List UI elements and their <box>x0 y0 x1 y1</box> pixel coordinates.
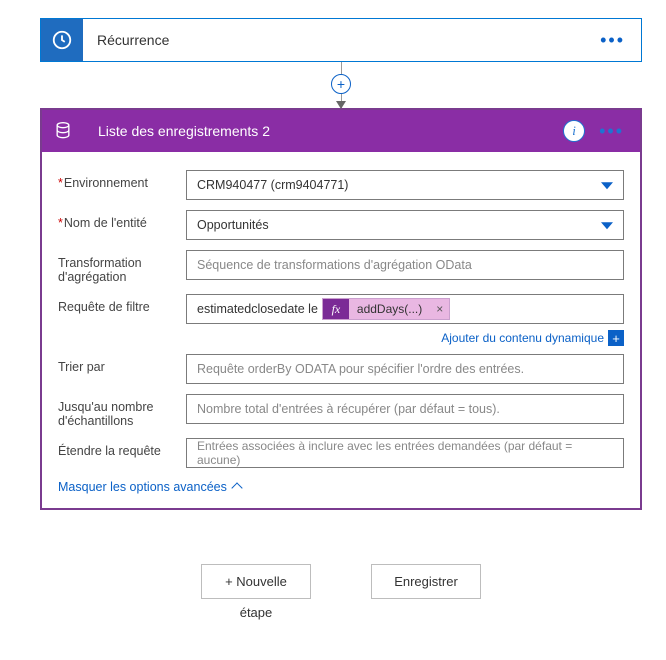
recurrence-icon <box>41 19 83 61</box>
new-step-sublabel: étape <box>240 605 273 620</box>
field-row-orderby: Trier par Requête orderBy ODATA pour spé… <box>58 354 624 384</box>
filter-label: Requête de filtre <box>58 294 186 314</box>
list-records-menu-button[interactable]: ••• <box>595 120 628 142</box>
top-label: Jusqu'au nombre d'échantillons <box>58 394 186 428</box>
save-button[interactable]: Enregistrer <box>371 564 481 599</box>
top-input[interactable]: Nombre total d'entrées à récupérer (par … <box>186 394 624 424</box>
footer-actions: + Nouvelle étape Enregistrer <box>40 564 642 620</box>
field-row-expand: Étendre la requête Entrées associées à i… <box>58 438 624 468</box>
list-records-step: Liste des enregistrements 2 i ••• *Envir… <box>40 108 642 510</box>
hide-advanced-toggle[interactable]: Masquer les options avancées <box>58 480 241 494</box>
expression-pill-remove[interactable]: × <box>430 299 449 319</box>
expression-pill-label: addDays(...) <box>349 299 430 319</box>
aggregation-label: Transformation d'agrégation <box>58 250 186 284</box>
environment-label: *Environnement <box>58 170 186 190</box>
orderby-input[interactable]: Requête orderBy ODATA pour spécifier l'o… <box>186 354 624 384</box>
list-records-body: *Environnement CRM940477 (crm9404771) *N… <box>42 152 640 508</box>
info-icon[interactable]: i <box>563 120 585 142</box>
recurrence-menu-button[interactable]: ••• <box>596 30 629 51</box>
list-records-title: Liste des enregistrements 2 <box>98 123 563 139</box>
orderby-label: Trier par <box>58 354 186 374</box>
field-row-environment: *Environnement CRM940477 (crm9404771) <box>58 170 624 200</box>
chevron-up-icon <box>231 482 242 493</box>
entity-select[interactable]: Opportunités <box>186 210 624 240</box>
filter-input[interactable]: estimatedclosedate le fx addDays(...) × <box>186 294 624 324</box>
field-row-filter: Requête de filtre estimatedclosedate le … <box>58 294 624 324</box>
expression-pill[interactable]: fx addDays(...) × <box>322 298 450 320</box>
recurrence-title: Récurrence <box>97 32 596 48</box>
entity-label: *Nom de l'entité <box>58 210 186 230</box>
add-step-inline-button[interactable]: + <box>331 74 351 94</box>
aggregation-input[interactable]: Séquence de transformations d'agrégation… <box>186 250 624 280</box>
new-step-button[interactable]: + Nouvelle <box>201 564 311 599</box>
expand-label: Étendre la requête <box>58 438 186 458</box>
field-row-entity: *Nom de l'entité Opportunités <box>58 210 624 240</box>
expand-input[interactable]: Entrées associées à inclure avec les ent… <box>186 438 624 468</box>
recurrence-step[interactable]: Récurrence ••• <box>40 18 642 62</box>
flow-connector: + <box>40 62 642 108</box>
environment-select[interactable]: CRM940477 (crm9404771) <box>186 170 624 200</box>
dynamic-content-row: Ajouter du contenu dynamique + <box>186 330 624 346</box>
list-records-header[interactable]: Liste des enregistrements 2 i ••• <box>42 110 640 152</box>
filter-text: estimatedclosedate le <box>193 302 318 316</box>
field-row-top: Jusqu'au nombre d'échantillons Nombre to… <box>58 394 624 428</box>
field-row-aggregation: Transformation d'agrégation Séquence de … <box>58 250 624 284</box>
database-icon <box>42 110 84 152</box>
add-dynamic-content-button[interactable]: + <box>608 330 624 346</box>
fx-icon: fx <box>323 299 349 319</box>
add-dynamic-content-link[interactable]: Ajouter du contenu dynamique <box>441 331 604 345</box>
new-step-group: + Nouvelle étape <box>201 564 311 620</box>
